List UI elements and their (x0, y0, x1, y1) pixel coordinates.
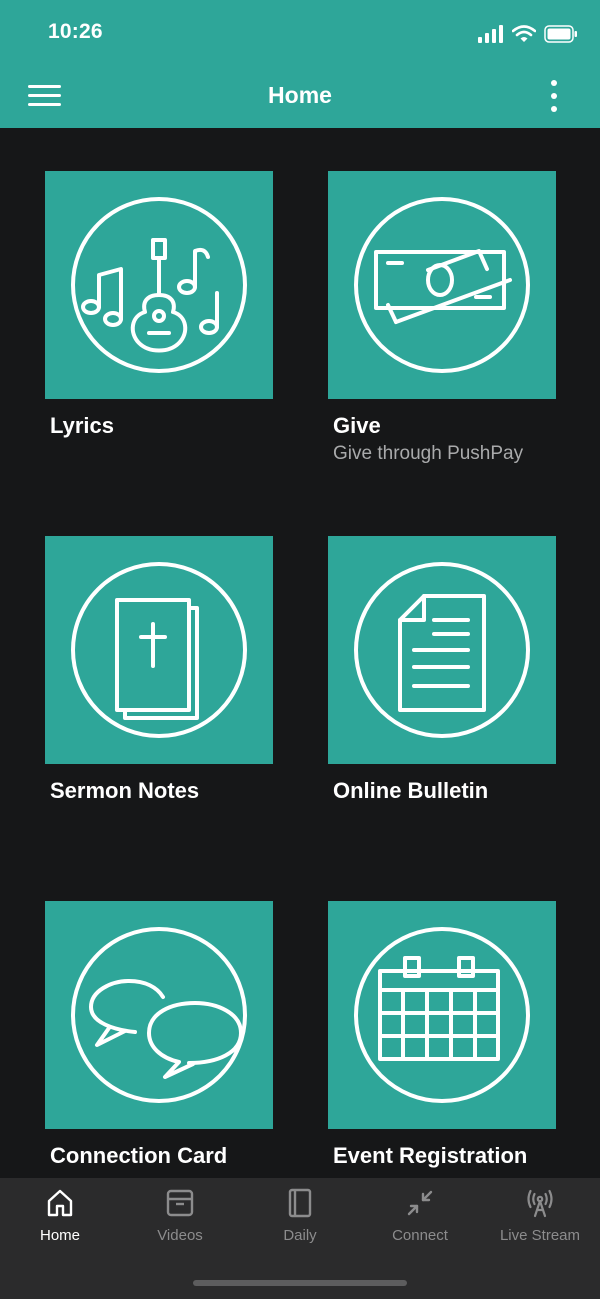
tile-online-bulletin-image (328, 536, 556, 764)
status-bar: 10:26 (0, 0, 600, 66)
archive-box-icon (166, 1189, 194, 1217)
battery-icon (544, 25, 577, 43)
tile-lyrics[interactable]: Lyrics (45, 171, 285, 439)
speech-bubbles-icon (71, 927, 247, 1103)
tile-event-registration[interactable]: Event Registration (328, 901, 568, 1169)
home-icon (47, 1189, 73, 1217)
tile-online-bulletin[interactable]: Online Bulletin (328, 536, 568, 804)
tile-sermon-notes[interactable]: Sermon Notes (45, 536, 285, 804)
tab-home[interactable]: Home (0, 1188, 120, 1250)
tab-connect[interactable]: Connect (360, 1188, 480, 1250)
tile-give[interactable]: Give Give through PushPay (328, 171, 568, 465)
tile-sermon-notes-image (45, 536, 273, 764)
tab-home-label: Home (39, 1227, 80, 1244)
tile-event-registration-image (328, 901, 556, 1129)
nav-bar: Home (0, 66, 600, 128)
status-icons (478, 22, 578, 46)
tile-connection-card[interactable]: Connection Card (45, 901, 285, 1169)
guitar-music-icon (71, 197, 247, 373)
tile-sermon-notes-title: Sermon Notes (50, 778, 200, 803)
tile-connection-card-image (45, 901, 273, 1129)
tile-online-bulletin-title: Online Bulletin (333, 778, 489, 803)
calendar-icon (354, 927, 530, 1103)
tile-lyrics-image (45, 171, 273, 399)
tab-videos-label: Videos (157, 1227, 203, 1244)
home-indicator (193, 1280, 407, 1286)
tab-live-stream[interactable]: Live Stream (480, 1188, 600, 1250)
home-grid: Lyrics Give Give through PushPay Sermon … (0, 128, 600, 1178)
tile-give-title: Give (333, 413, 381, 438)
arrows-in-icon (407, 1190, 433, 1216)
more-vertical-icon (551, 80, 557, 112)
tile-give-subtitle: Give through PushPay (333, 443, 524, 464)
status-time: 10:26 (48, 20, 103, 43)
page-title: Home (268, 82, 332, 108)
wifi-icon (512, 25, 536, 42)
broadcast-icon (527, 1189, 553, 1218)
tab-daily-label: Daily (283, 1227, 317, 1244)
tab-connect-label: Connect (392, 1227, 448, 1244)
document-icon (354, 562, 530, 738)
tab-daily[interactable]: Daily (240, 1188, 360, 1250)
tile-lyrics-title: Lyrics (50, 413, 115, 438)
signal-icon (478, 25, 503, 43)
money-icon (354, 197, 530, 373)
book-icon (288, 1188, 312, 1218)
tile-event-registration-title: Event Registration (333, 1143, 528, 1168)
more-options-button[interactable] (540, 78, 568, 114)
tab-live-stream-label: Live Stream (499, 1227, 581, 1244)
tile-give-image (328, 171, 556, 399)
tab-videos[interactable]: Videos (120, 1188, 240, 1250)
tile-connection-card-title: Connection Card (50, 1143, 228, 1168)
bible-icon (71, 562, 247, 738)
